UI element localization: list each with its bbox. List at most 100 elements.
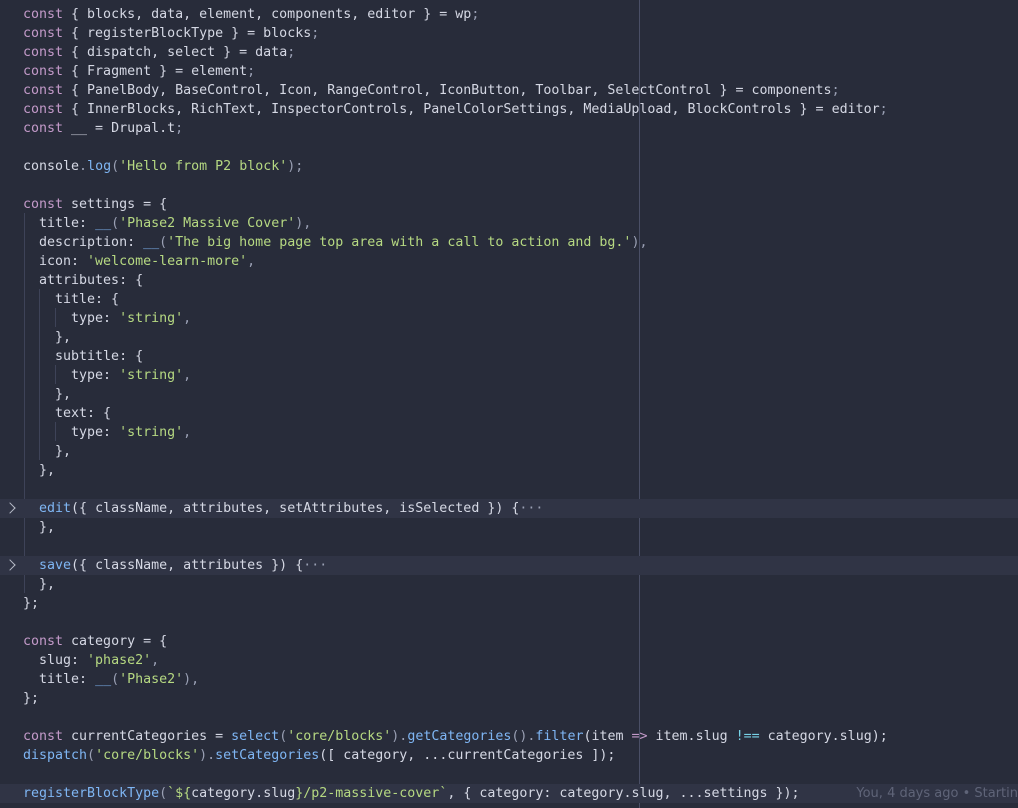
code-text: data <box>255 45 288 60</box>
code-punct: , <box>183 368 192 383</box>
code-text: description: <box>23 235 144 250</box>
code-line[interactable]: const { PanelBody, BaseControl, Icon, Ra… <box>0 81 1018 100</box>
current-code-line[interactable]: registerBlockType(`${category.slug}/p2-m… <box>0 784 1018 803</box>
code-punct: ; <box>879 102 888 117</box>
function-name: __ <box>95 672 112 687</box>
code-punct: ), <box>631 235 648 250</box>
code-line[interactable]: subtitle: { <box>0 347 1018 366</box>
code-text: { registerBlockType } = <box>63 26 264 41</box>
code-line[interactable]: attributes: { <box>0 271 1018 290</box>
git-blame-annotation: You, 4 days ago • Startin <box>856 786 1018 801</box>
folded-ellipsis[interactable]: ··· <box>519 501 543 516</box>
folded-ellipsis[interactable]: ··· <box>303 558 327 573</box>
code-line[interactable]: icon: 'welcome-learn-more', <box>0 252 1018 271</box>
string-literal: 'Phase2 Massive Cover' <box>119 216 296 231</box>
code-line[interactable]: }; <box>0 594 1018 613</box>
code-line[interactable]: }, <box>0 518 1018 537</box>
code-text: attributes: { <box>23 273 144 288</box>
keyword: const <box>23 45 64 60</box>
function-name: select <box>231 729 280 744</box>
chevron-right-icon[interactable] <box>4 502 16 514</box>
code-line[interactable]: console.log('Hello from P2 block'); <box>0 157 1018 176</box>
code-line[interactable]: }, <box>0 328 1018 347</box>
code-text: console <box>23 159 80 174</box>
code-text: title: { <box>23 292 120 307</box>
code-line[interactable]: const settings = { <box>0 195 1018 214</box>
code-line[interactable]: title: { <box>0 290 1018 309</box>
code-punct: ; <box>175 121 184 136</box>
code-line[interactable]: type: 'string', <box>0 366 1018 385</box>
code-punct: , <box>183 425 192 440</box>
chevron-right-icon[interactable] <box>4 559 16 571</box>
string-literal: 'Phase2' <box>119 672 184 687</box>
code-line[interactable]: }; <box>0 689 1018 708</box>
keyword: const <box>23 197 64 212</box>
folded-code-line[interactable]: edit({ className, attributes, setAttribu… <box>0 499 1018 518</box>
code-line[interactable]: title: __('Phase2 Massive Cover'), <box>0 214 1018 233</box>
code-text: Drupal.t <box>111 121 176 136</box>
code-line[interactable]: text: { <box>0 404 1018 423</box>
code-punct: , <box>151 653 160 668</box>
template-literal: }/p2-massive-cover` <box>295 786 448 801</box>
code-line[interactable]: type: 'string', <box>0 423 1018 442</box>
code-text: }, <box>23 444 72 459</box>
code-text: category = { <box>63 634 168 649</box>
code-text: }; <box>23 691 40 706</box>
code-line[interactable]: const { Fragment } = element; <box>0 62 1018 81</box>
code-text: (item <box>583 729 632 744</box>
keyword: const <box>23 83 64 98</box>
code-line[interactable]: const __ = Drupal.t; <box>0 119 1018 138</box>
code-line[interactable]: const { blocks, data, element, component… <box>0 5 1018 24</box>
code-line[interactable]: const { registerBlockType } = blocks; <box>0 24 1018 43</box>
code-punct: . <box>79 159 88 174</box>
code-text: components <box>751 83 832 98</box>
code-line[interactable]: }, <box>0 442 1018 461</box>
code-text: editor <box>831 102 880 117</box>
keyword: const <box>23 729 64 744</box>
code-line[interactable]: }, <box>0 385 1018 404</box>
string-literal: 'The big home page top area with a call … <box>167 235 632 250</box>
code-line[interactable]: title: __('Phase2'), <box>0 670 1018 689</box>
function-name: log <box>87 159 112 174</box>
code-text: icon: <box>23 254 88 269</box>
code-editor[interactable]: const { blocks, data, element, component… <box>0 0 1018 808</box>
code-line[interactable]: }, <box>0 575 1018 594</box>
code-line[interactable]: const currentCategories = select('core/b… <box>0 727 1018 746</box>
code-text: }, <box>23 330 72 345</box>
code-punct: ; <box>247 64 256 79</box>
code-text: }, <box>23 577 56 592</box>
code-line[interactable]: const { dispatch, select } = data; <box>0 43 1018 62</box>
code-line[interactable]: }, <box>0 461 1018 480</box>
code-line[interactable]: dispatch('core/blocks').setCategories([ … <box>0 746 1018 765</box>
code-line[interactable]: description: __('The big home page top a… <box>0 233 1018 252</box>
code-text: text: { <box>23 406 112 421</box>
code-punct: ( <box>87 748 96 763</box>
code-text: subtitle: { <box>23 349 144 364</box>
operator: !== <box>735 729 760 744</box>
keyword: const <box>23 102 64 117</box>
code-line[interactable]: const { InnerBlocks, RichText, Inspector… <box>0 100 1018 119</box>
code-text: ({ className, attributes }) { <box>71 558 304 573</box>
code-text: { dispatch, select } = <box>63 45 256 60</box>
code-text: type: <box>23 425 120 440</box>
code-punct: ( <box>159 235 168 250</box>
code-text: title: <box>23 216 96 231</box>
keyword: const <box>23 634 64 649</box>
code-punct: ; <box>471 7 480 22</box>
function-name: filter <box>535 729 584 744</box>
code-line[interactable]: slug: 'phase2', <box>0 651 1018 670</box>
code-line[interactable]: const category = { <box>0 632 1018 651</box>
string-literal: 'string' <box>119 311 184 326</box>
function-name: setCategories <box>215 748 320 763</box>
code-punct: ( <box>111 216 120 231</box>
code-text: , { category: category.slug, ...settings… <box>447 786 800 801</box>
code-line[interactable]: type: 'string', <box>0 309 1018 328</box>
code-text: { PanelBody, BaseControl, Icon, RangeCon… <box>63 83 752 98</box>
code-punct: , <box>247 254 256 269</box>
folded-code-line[interactable]: save({ className, attributes }) {··· <box>0 556 1018 575</box>
function-name: __ <box>95 216 112 231</box>
function-name: edit <box>39 501 72 516</box>
function-name: __ <box>143 235 160 250</box>
